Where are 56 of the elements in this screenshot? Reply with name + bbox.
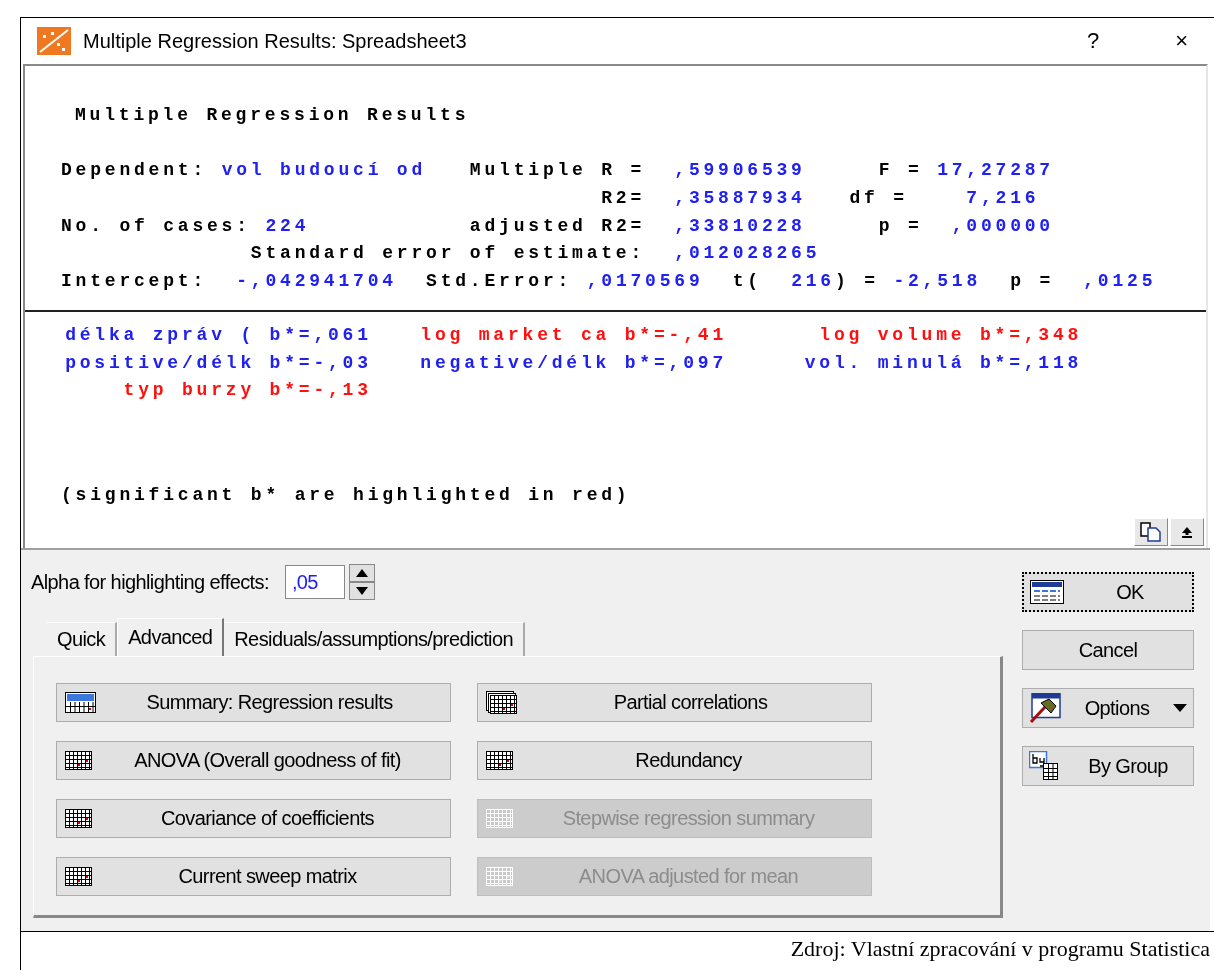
report-value: ,0170569	[586, 271, 704, 292]
report-label: Std.Error:	[425, 271, 574, 292]
tab[interactable]: Residuals/assumptions/prediction	[224, 622, 525, 656]
report-value: -,042941704	[236, 271, 397, 292]
report-label: t(	[731, 271, 763, 292]
dialog-button[interactable]: By Group	[1022, 746, 1194, 786]
coefficient-text: typ burzy b*=-,13	[122, 379, 372, 403]
coefficient-text: vol. minulá b*=,118	[803, 351, 1083, 375]
report-label: R2=	[600, 188, 647, 209]
report-label: p =	[877, 215, 924, 236]
action-button[interactable]: Current sweep matrix	[56, 857, 451, 896]
report-label: df =	[848, 188, 909, 209]
coefficient-text: positive/délk b*=-,03	[64, 351, 372, 375]
alpha-field[interactable]: ,05	[284, 565, 345, 599]
coefficient-text: log market ca b*=-,41	[419, 323, 727, 347]
report-value: 224	[265, 215, 310, 236]
window-title: Multiple Regression Results: Spreadsheet3	[83, 29, 468, 53]
dialog-button[interactable]: Options	[1022, 688, 1194, 728]
coefficient-text: log volume b*=,348	[818, 323, 1083, 347]
coefficient-text: negative/délk b*=,097	[419, 351, 727, 375]
dialog-button[interactable]: OK	[1022, 572, 1194, 612]
tab[interactable]: Quick	[47, 622, 118, 656]
report-label: F =	[877, 160, 924, 181]
action-button[interactable]: Summary: Regression results	[56, 683, 451, 722]
report-label: adjusted R2=	[468, 215, 647, 236]
close-button[interactable]: ×	[1165, 28, 1198, 54]
report-label: Dependent:	[61, 160, 209, 181]
report-value: ,59906539	[674, 160, 806, 181]
report-value: ,000000	[951, 215, 1054, 236]
action-button[interactable]: Covariance of coefficients	[56, 799, 451, 838]
report-label: Standard error of estimate:	[249, 243, 647, 264]
action-button[interactable]: ANOVA (Overall goodness of fit)	[56, 741, 451, 780]
coefficient-text: délka zpráv ( b*=,061	[64, 323, 372, 347]
report-title: Multiple Regression Results	[74, 104, 471, 127]
report-value: ,35887934	[674, 188, 806, 209]
source-caption: Zdroj: Vlastní zpracování v programu Statistica	[19, 931, 1214, 970]
report-value: ,012028265	[674, 243, 821, 264]
report-value: ,33810228	[674, 215, 806, 236]
report-value: 7,216	[966, 188, 1040, 209]
report-label: Multiple R =	[468, 160, 647, 181]
report-value: 216	[791, 271, 835, 292]
report-label: Intercept:	[61, 271, 209, 292]
report-label: No. of cases:	[61, 215, 252, 236]
alpha-label: Alpha for highlighting effects:	[31, 570, 269, 594]
report-value: vol budoucí od	[221, 160, 427, 181]
tab[interactable]: Advanced	[117, 618, 225, 656]
report-value: ,0125	[1083, 271, 1157, 292]
action-button[interactable]: Redundancy	[477, 741, 872, 780]
report-value: -2,518	[893, 271, 981, 292]
report-label: ) =	[834, 271, 880, 292]
footnote: (significant b* are highlighted in red)	[60, 484, 632, 508]
help-button[interactable]: ?	[1076, 28, 1110, 54]
action-button[interactable]: Partial correlations	[477, 683, 872, 722]
report-label: p =	[1009, 271, 1055, 292]
report-value: 17,27287	[937, 160, 1054, 181]
dialog-button[interactable]: Cancel	[1022, 630, 1194, 670]
